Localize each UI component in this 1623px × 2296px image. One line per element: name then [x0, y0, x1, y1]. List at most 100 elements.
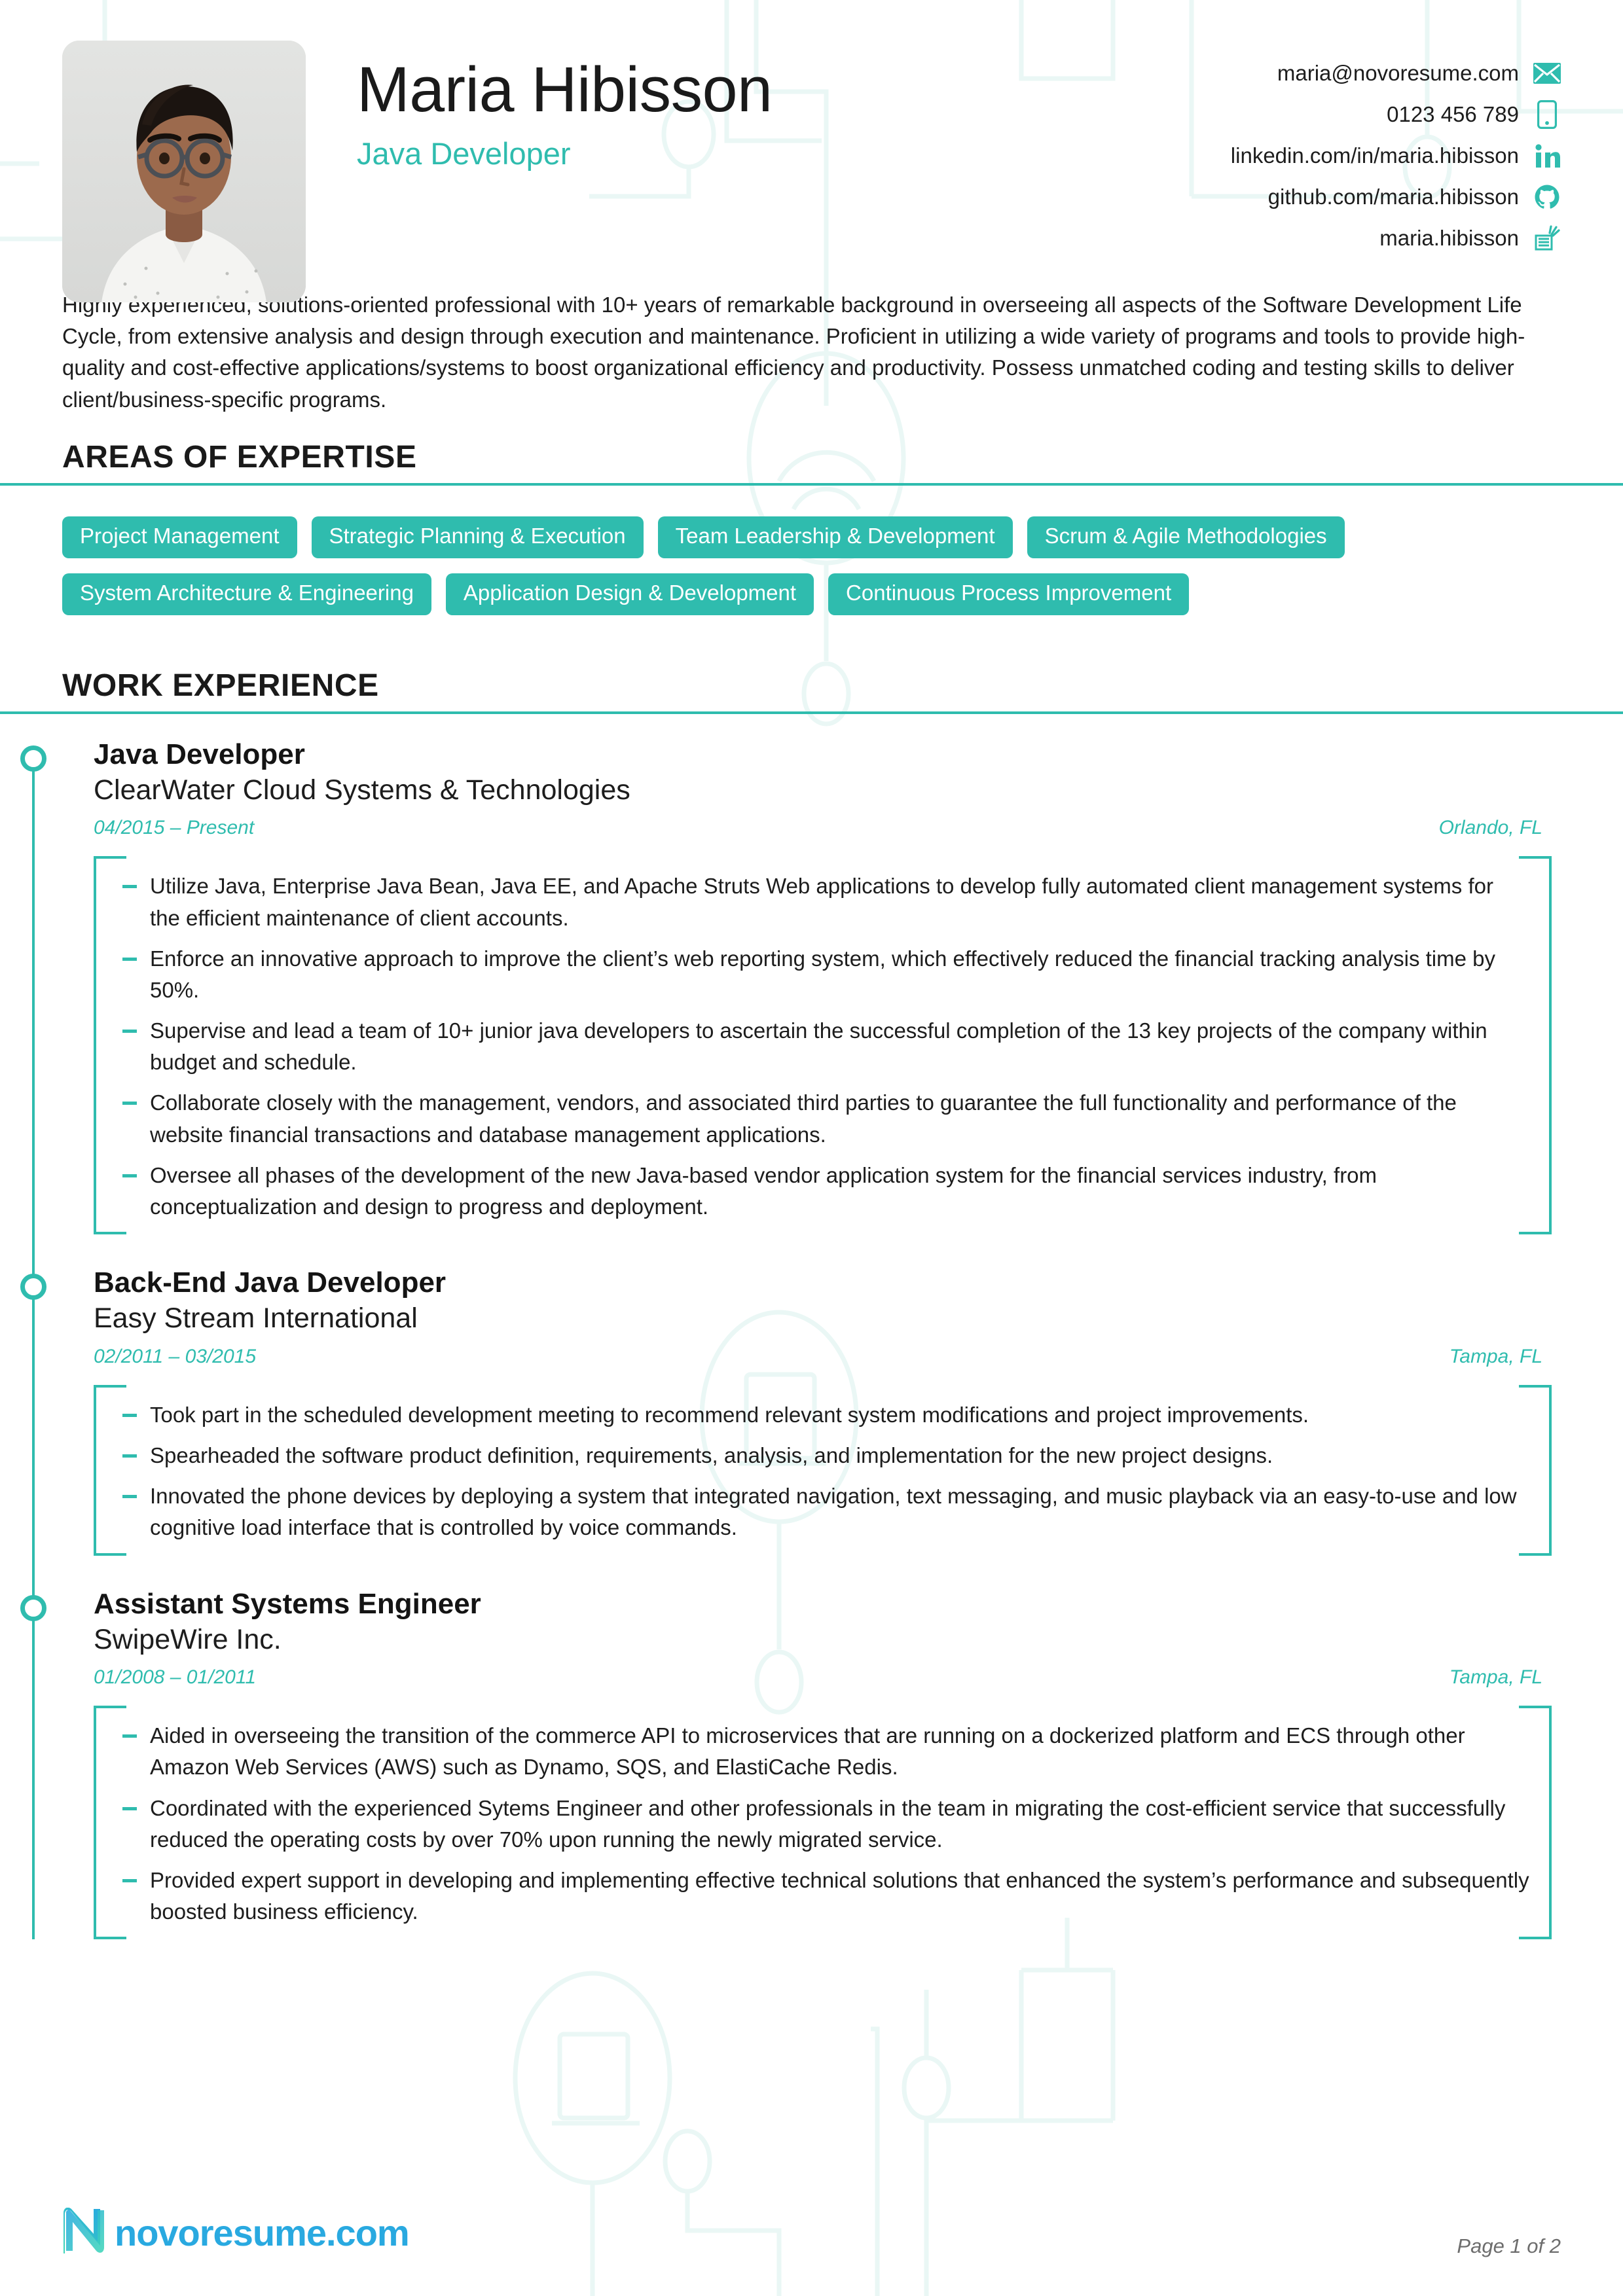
job-location: Orlando, FL	[1438, 817, 1542, 839]
experience-item: Back-End Java Developer Easy Stream Inte…	[20, 1266, 1561, 1587]
bullet-text: Provided expert support in developing an…	[150, 1867, 1529, 1924]
job-location: Tampa, FL	[1449, 1345, 1542, 1367]
contact-email[interactable]: maria@novoresume.com	[1277, 56, 1561, 90]
job-bullets: Aided in overseeing the transition of th…	[94, 1706, 1552, 1940]
bullet-text: Collaborate closely with the management,…	[150, 1090, 1457, 1147]
dash-bullet-icon	[122, 1495, 137, 1499]
work-experience-section: WORK EXPERIENCE Java Developer ClearWate…	[0, 668, 1623, 1940]
bullet-text: Spearheaded the software product definit…	[150, 1443, 1273, 1468]
dash-bullet-icon	[122, 1454, 137, 1458]
bracket-spine	[94, 1384, 96, 1556]
job-meta: 04/2015 – Present Orlando, FL	[94, 817, 1561, 839]
bullet-item: Took part in the scheduled development m…	[122, 1399, 1529, 1431]
novoresume-logo[interactable]: novoresume.com	[62, 2207, 410, 2258]
bullet-item: Innovated the phone devices by deploying…	[122, 1480, 1529, 1543]
professional-title: Java Developer	[357, 136, 571, 171]
job-role: Assistant Systems Engineer	[94, 1587, 481, 1620]
bullet-item: Supervise and lead a team of 10+ junior …	[122, 1015, 1529, 1078]
job-dates: 04/2015 – Present	[94, 817, 255, 839]
contact-phone-value: 0123 456 789	[1387, 102, 1519, 126]
mobile-phone-icon	[1533, 100, 1561, 129]
avatar	[62, 41, 306, 302]
expertise-tag[interactable]: Application Design & Development	[445, 573, 814, 615]
dash-bullet-icon	[122, 1878, 137, 1882]
bullet-text: Aided in overseeing the transition of th…	[150, 1723, 1465, 1780]
publication-icon	[1533, 224, 1561, 252]
expertise-tag[interactable]: Project Management	[62, 516, 297, 558]
dash-bullet-icon	[122, 1102, 137, 1105]
bullet-item: Utilize Java, Enterprise Java Bean, Java…	[122, 870, 1529, 933]
bullet-item: Oversee all phases of the development of…	[122, 1160, 1529, 1223]
areas-of-expertise-section: AREAS OF EXPERTISE Project Management St…	[0, 439, 1623, 615]
job-meta: 01/2008 – 01/2011 Tampa, FL	[94, 1666, 1561, 1689]
job-role: Java Developer	[94, 738, 305, 770]
timeline-marker-icon	[20, 745, 46, 772]
bracket-corner-icon	[94, 1516, 126, 1556]
experience-item: Java Developer ClearWater Cloud Systems …	[20, 738, 1561, 1266]
bullet-text: Took part in the scheduled development m…	[150, 1402, 1309, 1427]
expertise-tag[interactable]: System Architecture & Engineering	[62, 573, 431, 615]
resume-content: Maria Hibisson Java Developer maria@novo…	[0, 0, 1623, 2296]
timeline-spine	[32, 754, 35, 1940]
contact-phone[interactable]: 0123 456 789	[1387, 98, 1561, 132]
bullet-item: Provided expert support in developing an…	[122, 1865, 1529, 1928]
bullet-item: Aided in overseeing the transition of th…	[122, 1720, 1529, 1783]
job-dates: 01/2008 – 01/2011	[94, 1666, 257, 1689]
page-footer: novoresume.com Page 1 of 2	[62, 2207, 1561, 2258]
bracket-corner-icon	[94, 1900, 126, 1940]
job-bullets: Utilize Java, Enterprise Java Bean, Java…	[94, 856, 1552, 1235]
experience-item: Assistant Systems Engineer SwipeWire Inc…	[20, 1587, 1561, 1940]
job-company: ClearWater Cloud Systems & Technologies	[94, 774, 630, 806]
novoresume-n-logo-icon	[62, 2207, 105, 2258]
dash-bullet-icon	[122, 957, 137, 961]
github-icon	[1533, 183, 1561, 211]
bullet-item: Collaborate closely with the management,…	[122, 1087, 1529, 1150]
expertise-tag[interactable]: Continuous Process Improvement	[828, 573, 1190, 615]
section-divider-work	[0, 711, 1623, 714]
job-dates: 02/2011 – 03/2015	[94, 1345, 257, 1367]
bullet-item: Spearheaded the software product definit…	[122, 1440, 1529, 1471]
professional-summary: Highly experienced, solutions-oriented p…	[62, 293, 1525, 412]
dash-bullet-icon	[122, 1030, 137, 1033]
resume-header: Maria Hibisson Java Developer maria@novo…	[62, 0, 1561, 302]
contact-publication[interactable]: maria.hibisson	[1379, 221, 1561, 255]
photo-container	[62, 41, 306, 302]
section-title-areas: AREAS OF EXPERTISE	[62, 439, 417, 475]
dash-bullet-icon	[122, 1734, 137, 1738]
dash-bullet-icon	[122, 1413, 137, 1417]
bullet-text: Innovated the phone devices by deploying…	[150, 1484, 1517, 1540]
job-meta: 02/2011 – 03/2015 Tampa, FL	[94, 1346, 1561, 1368]
dash-bullet-icon	[122, 885, 137, 889]
expertise-tag[interactable]: Strategic Planning & Execution	[311, 516, 644, 558]
contact-github-value: github.com/maria.hibisson	[1267, 185, 1519, 209]
bullet-item: Enforce an innovative approach to improv…	[122, 943, 1529, 1006]
dash-bullet-icon	[122, 1806, 137, 1810]
bullet-text: Supervise and lead a team of 10+ junior …	[150, 1018, 1487, 1075]
expertise-tag[interactable]: Scrum & Agile Methodologies	[1027, 516, 1345, 558]
contact-publication-value: maria.hibisson	[1379, 226, 1519, 250]
timeline-marker-icon	[20, 1274, 46, 1300]
resume-page: Maria Hibisson Java Developer maria@novo…	[0, 0, 1623, 2296]
novoresume-logo-text: novoresume.com	[115, 2212, 410, 2253]
bracket-corner-icon	[94, 1195, 126, 1235]
bullet-text: Utilize Java, Enterprise Java Bean, Java…	[150, 874, 1493, 930]
envelope-icon	[1533, 60, 1561, 87]
job-role: Back-End Java Developer	[94, 1266, 447, 1299]
job-company: Easy Stream International	[94, 1302, 418, 1335]
contact-github[interactable]: github.com/maria.hibisson	[1268, 180, 1561, 214]
job-bullets: Took part in the scheduled development m…	[94, 1384, 1552, 1556]
full-name: Maria Hibisson	[357, 54, 773, 125]
page-number: Page 1 of 2	[1457, 2234, 1561, 2257]
linkedin-icon	[1533, 142, 1561, 170]
job-location: Tampa, FL	[1449, 1666, 1542, 1689]
bracket-spine	[94, 1706, 96, 1940]
expertise-tag[interactable]: Team Leadership & Development	[657, 516, 1013, 558]
bracket-corner-icon	[94, 856, 126, 896]
experience-timeline: Java Developer ClearWater Cloud Systems …	[20, 738, 1561, 1940]
contact-linkedin[interactable]: linkedin.com/in/maria.hibisson	[1231, 139, 1561, 173]
contact-linkedin-value: linkedin.com/in/maria.hibisson	[1230, 143, 1519, 168]
name-block: Maria Hibisson Java Developer	[306, 41, 1231, 171]
contact-email-value: maria@novoresume.com	[1277, 61, 1519, 85]
bracket-spine	[94, 856, 96, 1235]
bracket-corner-icon	[94, 1706, 126, 1746]
